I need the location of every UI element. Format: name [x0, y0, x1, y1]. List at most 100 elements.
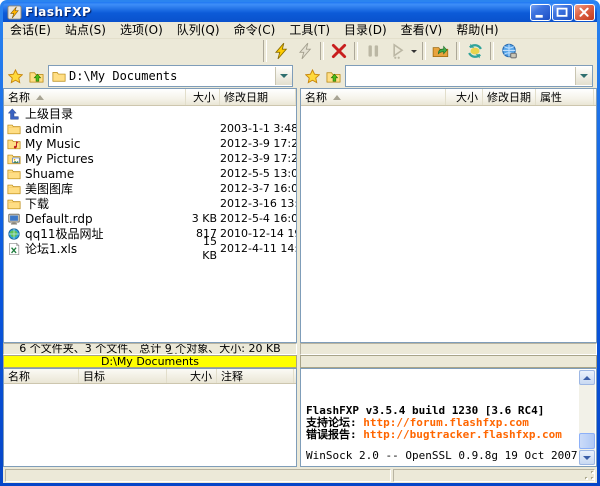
list-item[interactable]: admin2003-1-1 3:48 — [4, 121, 296, 136]
abort-button[interactable] — [327, 40, 351, 62]
refresh-icon — [466, 42, 484, 60]
queue-panel: 名称 目标 大小 注释 — [3, 368, 297, 467]
local-path-combobox[interactable] — [48, 65, 293, 87]
remote-favorites-button[interactable] — [303, 67, 321, 85]
file-url-icon — [7, 227, 21, 241]
play-icon — [388, 42, 406, 60]
remote-path-input[interactable] — [346, 68, 575, 84]
up-icon — [7, 107, 21, 121]
connect-button[interactable] — [269, 40, 293, 62]
file-date: 2012-5-4 16:03 — [220, 212, 296, 226]
client-area: 会话(E)站点(S)选项(O)队列(Q)命令(C)工具(T)目录(D)查看(V)… — [3, 22, 597, 483]
list-item[interactable]: My Pictures2012-3-9 17:21 — [4, 151, 296, 166]
column-header-target[interactable]: 目标 — [79, 369, 167, 383]
local-path-input[interactable] — [69, 68, 275, 84]
menu-item-7[interactable]: 查看(V) — [394, 22, 450, 38]
log-panel: FlashFXP v3.5.4 build 1230 [3.6 RC4] 支持论… — [300, 368, 597, 467]
transfer-folder-icon — [432, 42, 450, 60]
menu-item-4[interactable]: 命令(C) — [227, 22, 283, 38]
folder-icon — [7, 182, 21, 196]
menu-item-2[interactable]: 选项(O) — [113, 22, 170, 38]
file-name: 下载 — [25, 197, 49, 211]
column-header-size[interactable]: 大小 — [446, 89, 483, 105]
local-list-body: 上级目录admin2003-1-1 3:48My Music2012-3-9 1… — [4, 106, 296, 256]
scroll-down-button[interactable] — [579, 450, 595, 465]
log-bug-line: 错误报告: http://bugtracker.flashfxp.com — [306, 429, 576, 441]
local-address-bar — [3, 64, 297, 88]
column-header-size[interactable]: 大小 — [186, 89, 220, 105]
remote-path-dropdown-button[interactable] — [575, 67, 592, 85]
column-header-size[interactable]: 大小 — [167, 369, 217, 383]
maximize-button[interactable] — [552, 4, 573, 21]
menu-item-1[interactable]: 站点(S) — [58, 22, 113, 38]
menu-item-5[interactable]: 工具(T) — [282, 22, 337, 38]
remote-path-combobox[interactable] — [345, 65, 593, 87]
list-item[interactable]: My Music2012-3-9 17:21 — [4, 136, 296, 151]
local-file-list: 名称 大小 修改日期 上级目录admin2003-1-1 3:48My Musi… — [3, 88, 297, 343]
list-item[interactable]: 下载2012-3-16 13:25 — [4, 196, 296, 211]
column-header-name[interactable]: 名称 — [301, 89, 446, 105]
column-header-name[interactable]: 名称 — [4, 369, 79, 383]
red-x-icon — [330, 42, 348, 60]
column-header-date[interactable]: 修改日期 — [220, 89, 296, 105]
resume-button[interactable] — [385, 40, 409, 62]
refresh-button[interactable] — [463, 40, 487, 62]
resize-grip[interactable] — [584, 470, 596, 482]
list-item[interactable]: 上级目录 — [4, 106, 296, 121]
menu-item-3[interactable]: 队列(Q) — [170, 22, 227, 38]
column-header-date[interactable]: 修改日期 — [483, 89, 536, 105]
scroll-up-button[interactable] — [579, 370, 595, 385]
list-item[interactable]: 美图图库2012-3-7 16:00 — [4, 181, 296, 196]
folder-music-icon — [7, 137, 21, 151]
local-up-directory-button[interactable] — [27, 67, 45, 85]
file-name: qq11极品网址 — [25, 227, 104, 241]
menu-item-8[interactable]: 帮助(H) — [449, 22, 505, 38]
toolbar-separator — [422, 42, 426, 60]
scroll-thumb[interactable] — [579, 433, 595, 449]
file-date: 2012-3-9 17:21 — [220, 152, 296, 166]
list-item[interactable]: Shuame2012-5-5 13:06 — [4, 166, 296, 181]
pause-button[interactable] — [361, 40, 385, 62]
log-text: FlashFXP v3.5.4 build 1230 [3.6 RC4] 支持论… — [306, 405, 576, 462]
pause-icon — [364, 42, 382, 60]
folder-icon — [52, 69, 66, 83]
file-date: 2003-1-1 3:48 — [220, 122, 296, 136]
file-name: 美图图库 — [25, 182, 73, 196]
site-network-button[interactable] — [497, 40, 521, 62]
column-header-name[interactable]: 名称 — [4, 89, 186, 105]
log-scrollbar[interactable] — [579, 370, 595, 465]
toolbar-separator — [490, 42, 494, 60]
statusbar-pane-left — [5, 469, 391, 482]
local-favorites-button[interactable] — [6, 67, 24, 85]
folder-pictures-icon — [7, 152, 21, 166]
sort-ascending-icon — [333, 91, 341, 100]
file-name: Shuame — [25, 167, 74, 181]
remote-up-directory-button[interactable] — [324, 67, 342, 85]
folder-up-icon — [29, 69, 44, 84]
list-item[interactable]: Default.rdp3 KB2012-5-4 16:03 — [4, 211, 296, 226]
remote-path-bar — [300, 355, 597, 368]
list-item[interactable]: qq11极品网址8172010-12-14 19:11 — [4, 226, 296, 241]
quick-disconnect-button[interactable] — [293, 40, 317, 62]
column-header-attr[interactable]: 属性 — [536, 89, 594, 105]
transfer-button[interactable] — [429, 40, 453, 62]
list-item[interactable]: 论坛1.xls15 KB2012-4-11 14:00 — [4, 241, 296, 256]
menu-item-6[interactable]: 目录(D) — [337, 22, 394, 38]
close-button[interactable] — [574, 4, 595, 21]
file-name: 上级目录 — [25, 107, 73, 121]
local-path-dropdown-button[interactable] — [275, 67, 292, 85]
titlebar[interactable]: FlashFXP — [3, 2, 597, 22]
column-header-comment[interactable]: 注释 — [217, 369, 294, 383]
file-xls-icon — [7, 242, 21, 256]
resume-dropdown-arrow[interactable] — [409, 40, 419, 62]
file-date: 2012-4-11 14:00 — [220, 242, 296, 256]
menu-item-0[interactable]: 会话(E) — [3, 22, 58, 38]
file-size: 3 KB — [186, 212, 220, 226]
minimize-button[interactable] — [530, 4, 551, 21]
file-name: 论坛1.xls — [25, 242, 77, 256]
star-icon — [8, 69, 23, 84]
bugtracker-link[interactable]: http://bugtracker.flashfxp.com — [363, 428, 562, 441]
star-icon — [305, 69, 320, 84]
toolbar-separator — [456, 42, 460, 60]
remote-status-bar — [300, 343, 597, 355]
